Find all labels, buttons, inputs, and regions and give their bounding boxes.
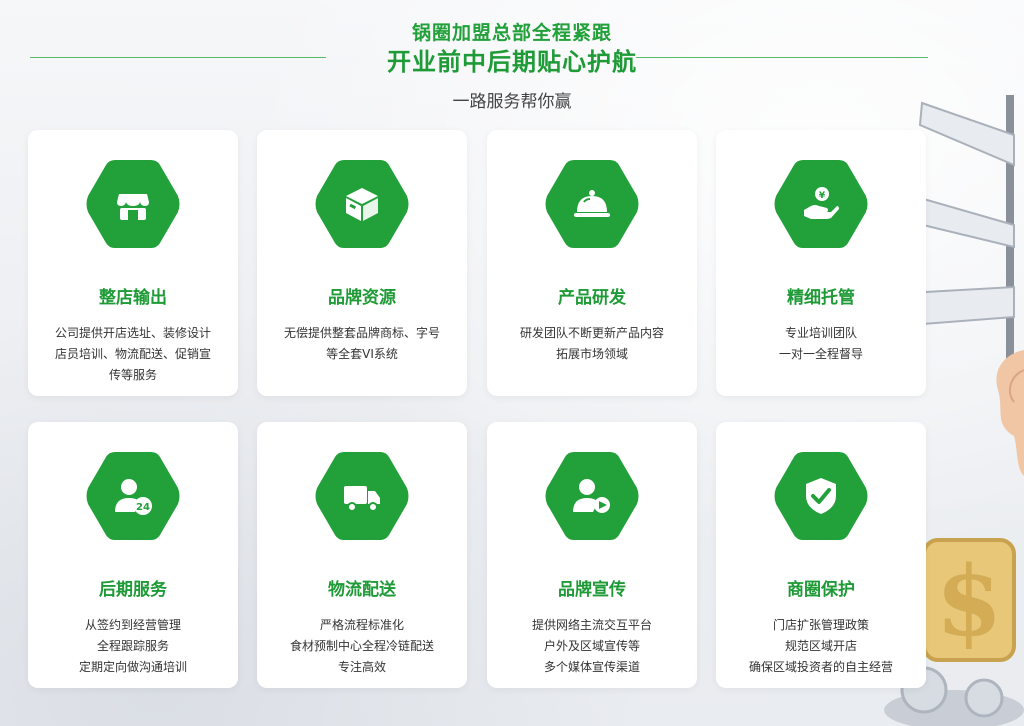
user-24-icon: 24 <box>115 479 152 515</box>
card-description: 专业培训团队 一对一全程督导 <box>728 323 914 365</box>
header: 锅圈加盟总部全程紧跟 开业前中后期贴心护航 一路服务帮你赢 <box>0 0 1024 120</box>
description-line: 提供网络主流交互平台 <box>531 618 652 632</box>
description-line: 多个媒体宣传渠道 <box>543 660 640 674</box>
service-card: 品牌宣传 提供网络主流交互平台 户外及区域宣传等 多个媒体宣传渠道 <box>487 422 697 688</box>
service-card: 产品研发 研发团队不断更新产品内容 拓展市场领域 <box>487 130 697 396</box>
svg-text:$: $ <box>936 545 1003 658</box>
service-card: 24 后期服务 从签约到经营管理 全程跟踪服务 定期定向做沟通培训 <box>28 422 238 688</box>
card-title: 后期服务 <box>99 580 167 600</box>
hexagon-badge <box>773 448 869 544</box>
hand-illustration <box>996 350 1024 476</box>
hexagon-badge: ¥ <box>773 156 869 252</box>
card-title: 品牌资源 <box>328 288 396 308</box>
storefront-icon <box>117 194 149 220</box>
subtitle: 一路服务帮你赢 <box>452 92 572 112</box>
hexagon-badge <box>85 156 181 252</box>
card-description: 无偿提供整套品牌商标、字号 等全套VI系统 <box>269 323 455 365</box>
card-title: 物流配送 <box>328 580 396 600</box>
description-line: 全程跟踪服务 <box>96 639 169 653</box>
hexagon-badge <box>544 156 640 252</box>
description-line: 定期定向做沟通培训 <box>78 660 187 674</box>
title-line-1: 锅圈加盟总部全程紧跟 <box>411 22 612 44</box>
card-title: 品牌宣传 <box>558 580 626 600</box>
user-play-icon <box>573 479 610 513</box>
description-line: 传等服务 <box>108 368 157 382</box>
shield-check-icon <box>806 478 836 514</box>
description-line: 确保区域投资者的自主经营 <box>748 660 893 674</box>
hexagon-badge <box>314 448 410 544</box>
description-line: 专注高效 <box>337 660 386 674</box>
card-title: 精细托管 <box>787 288 855 308</box>
description-line: 规范区域开店 <box>784 639 857 653</box>
description-line: 研发团队不断更新产品内容 <box>519 326 664 340</box>
hexagon-badge: 24 <box>85 448 181 544</box>
card-title: 商圈保护 <box>787 580 855 600</box>
service-card: 物流配送 严格流程标准化 食材预制中心全程冷链配送 专注高效 <box>257 422 467 688</box>
service-card: ¥ 精细托管 专业培训团队 一对一全程督导 <box>716 130 926 396</box>
description-line: 食材预制中心全程冷链配送 <box>289 639 434 653</box>
service-card: 品牌资源 无偿提供整套品牌商标、字号 等全套VI系统 <box>257 130 467 396</box>
description-line: 无偿提供整套品牌商标、字号 <box>283 326 440 340</box>
service-card: 商圈保护 门店扩张管理政策 规范区域开店 确保区域投资者的自主经营 <box>716 422 926 688</box>
description-line: 户外及区域宣传等 <box>543 639 640 653</box>
card-description: 从签约到经营管理 全程跟踪服务 定期定向做沟通培训 <box>40 615 226 678</box>
cloche-icon <box>574 190 610 217</box>
description-line: 从签约到经营管理 <box>84 618 181 632</box>
card-title: 整店输出 <box>99 288 167 308</box>
description-line: 拓展市场领域 <box>555 347 628 361</box>
svg-text:24: 24 <box>136 502 150 513</box>
title-line-2: 开业前中后期贴心护航 <box>387 48 637 76</box>
description-line: 店员培训、物流配送、促销宣 <box>54 347 211 361</box>
hand-coin-icon: ¥ <box>804 187 839 219</box>
description-line: 门店扩张管理政策 <box>772 618 869 632</box>
box-icon <box>346 188 378 221</box>
card-description: 严格流程标准化 食材预制中心全程冷链配送 专注高效 <box>269 615 455 678</box>
card-description: 研发团队不断更新产品内容 拓展市场领域 <box>499 323 685 365</box>
card-description: 公司提供开店选址、装修设计 店员培训、物流配送、促销宣 传等服务 <box>40 323 226 386</box>
card-description: 门店扩张管理政策 规范区域开店 确保区域投资者的自主经营 <box>728 615 914 678</box>
divider-right <box>636 57 928 58</box>
description-line: 严格流程标准化 <box>319 618 404 632</box>
hexagon-badge <box>314 156 410 252</box>
card-title: 产品研发 <box>558 288 626 308</box>
service-grid: 整店输出 公司提供开店选址、装修设计 店员培训、物流配送、促销宣 传等服务 品牌… <box>28 130 928 690</box>
svg-text:¥: ¥ <box>819 191 826 201</box>
description-line: 专业培训团队 <box>784 326 857 340</box>
description-line: 一对一全程督导 <box>778 347 863 361</box>
truck-icon <box>344 486 380 512</box>
service-card: 整店输出 公司提供开店选址、装修设计 店员培训、物流配送、促销宣 传等服务 <box>28 130 238 396</box>
description-line: 等全套VI系统 <box>326 347 398 361</box>
card-description: 提供网络主流交互平台 户外及区域宣传等 多个媒体宣传渠道 <box>499 615 685 678</box>
description-line: 公司提供开店选址、装修设计 <box>54 326 211 340</box>
hexagon-badge <box>544 448 640 544</box>
